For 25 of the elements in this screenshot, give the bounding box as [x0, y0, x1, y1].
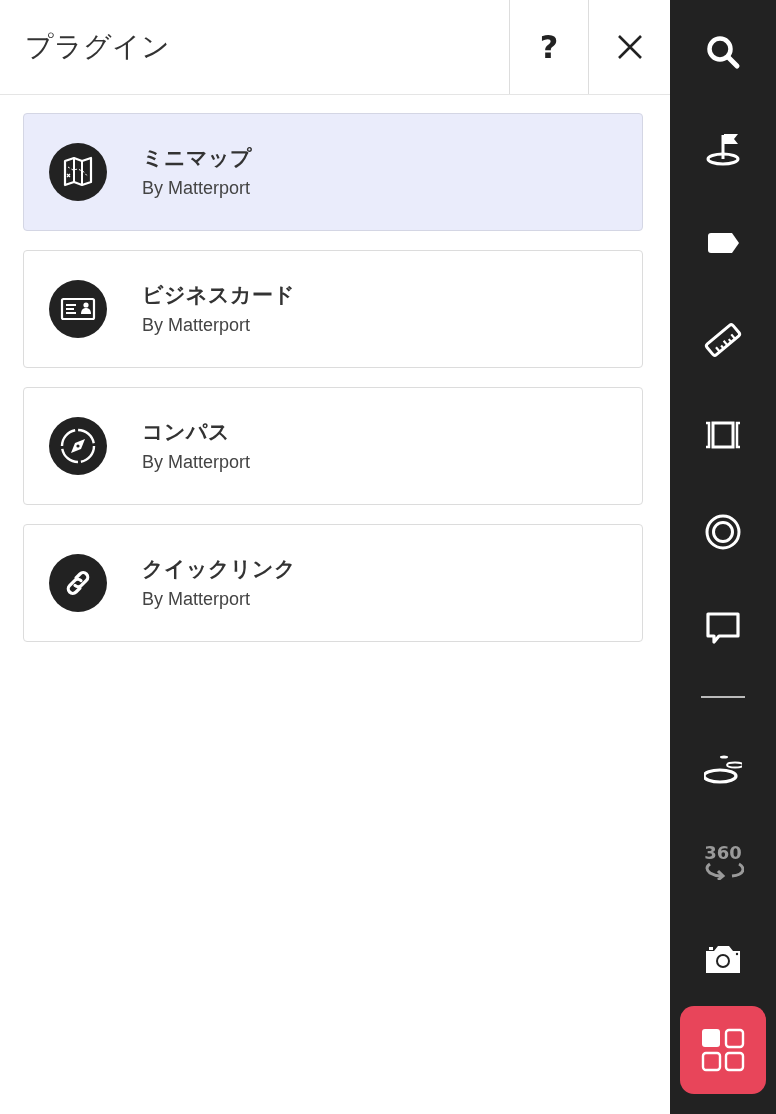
id-card-icon: [49, 280, 107, 338]
target-icon: [704, 513, 742, 551]
plugin-author: By Matterport: [142, 451, 251, 474]
plugin-name: クイックリンク: [142, 556, 296, 583]
compass-icon: [49, 417, 107, 475]
help-button[interactable]: ?: [509, 0, 588, 94]
plugin-name: ミニマップ: [142, 145, 252, 172]
map-icon: [49, 143, 107, 201]
plugin-card[interactable]: コンパス By Matterport: [23, 387, 643, 505]
plugin-card[interactable]: クイックリンク By Matterport: [23, 524, 643, 642]
comment-icon: [704, 609, 742, 647]
plugins-button[interactable]: [680, 1006, 766, 1094]
plugin-author: By Matterport: [142, 177, 252, 200]
search-icon: [704, 33, 742, 71]
plugin-card[interactable]: ビジネスカード By Matterport: [23, 250, 643, 368]
ruler-icon: [704, 321, 742, 359]
close-icon: [616, 34, 643, 60]
plugin-name: ビジネスカード: [142, 282, 295, 309]
plugin-name: コンパス: [142, 419, 231, 446]
link-icon: [49, 554, 107, 612]
plugin-author: By Matterport: [142, 588, 252, 611]
panel-title: プラグイン: [25, 29, 170, 65]
plugin-author: By Matterport: [142, 314, 252, 337]
plugin-card[interactable]: ミニマップ By Matterport: [23, 113, 643, 231]
grid-icon: [701, 1028, 745, 1072]
